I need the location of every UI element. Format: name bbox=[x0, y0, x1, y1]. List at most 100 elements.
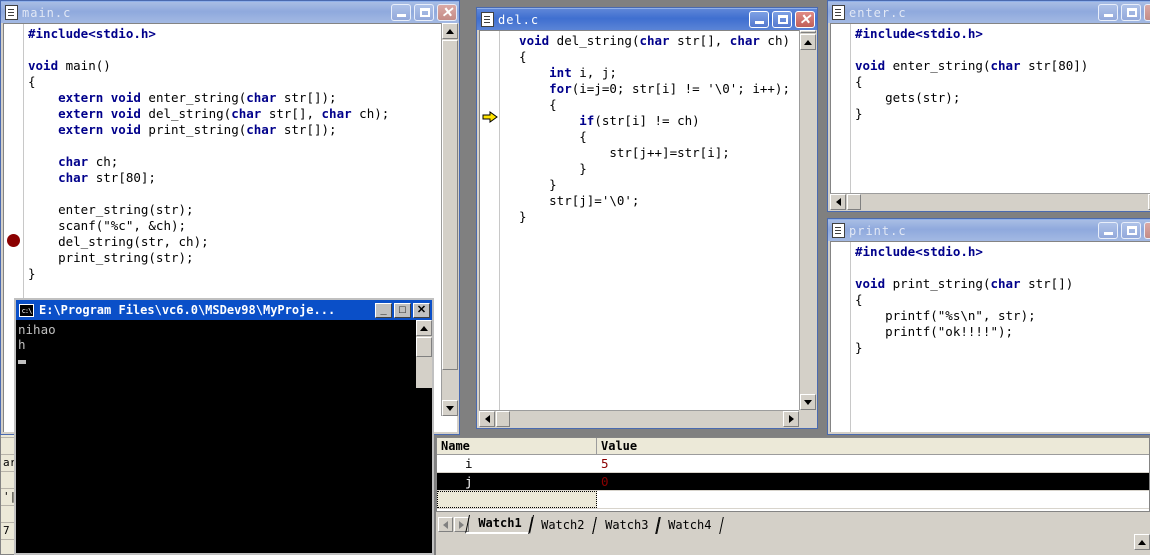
scroll-left-button[interactable] bbox=[830, 194, 846, 210]
window-controls[interactable]: ✕ bbox=[1098, 4, 1150, 21]
titlebar-del-c[interactable]: del.c ✕ bbox=[477, 8, 817, 30]
code-editor[interactable]: #include<stdio.h> void enter_string(char… bbox=[830, 23, 1150, 193]
code-text[interactable]: #include<stdio.h> void enter_string(char… bbox=[851, 24, 1150, 193]
editor-gutter[interactable] bbox=[480, 31, 500, 410]
bottom-vertical-scrollbar[interactable] bbox=[1134, 534, 1150, 555]
scroll-up-button[interactable] bbox=[1134, 534, 1150, 550]
window-enter-c[interactable]: enter.c ✕ #include<stdio.h> void enter_s… bbox=[827, 0, 1150, 212]
code-line: } bbox=[28, 266, 36, 281]
watch-tabs[interactable]: Watch1 Watch2 Watch3 Watch4 bbox=[464, 515, 725, 534]
code-line: if(str[i] != ch) bbox=[504, 113, 700, 128]
scroll-thumb-h[interactable] bbox=[847, 194, 861, 210]
watch-row-value[interactable]: 5 bbox=[597, 455, 1149, 472]
close-button[interactable]: ✕ bbox=[437, 4, 457, 21]
tab-scroll-left-button[interactable] bbox=[438, 517, 453, 532]
code-line: { bbox=[504, 49, 527, 64]
console-caret bbox=[18, 352, 432, 367]
maximize-button[interactable]: □ bbox=[394, 302, 411, 318]
vertical-scrollbar[interactable] bbox=[799, 30, 816, 410]
breakpoint-icon[interactable] bbox=[7, 234, 20, 247]
watch-tab-watch1[interactable]: Watch1 bbox=[464, 515, 535, 534]
scroll-right-button[interactable] bbox=[783, 411, 799, 427]
watch-window[interactable]: Name Value i5j0 Watch1 Watch2 Watch3 Watch4 bbox=[436, 437, 1150, 534]
minimize-button[interactable] bbox=[749, 11, 769, 28]
titlebar-main-c[interactable]: main.c ✕ bbox=[1, 1, 459, 23]
scroll-thumb[interactable] bbox=[800, 30, 816, 33]
scroll-thumb[interactable] bbox=[442, 40, 458, 370]
watch-tab-watch3[interactable]: Watch3 bbox=[591, 517, 661, 534]
window-title: del.c bbox=[498, 12, 540, 27]
minimize-button[interactable] bbox=[1098, 4, 1118, 21]
window-title: main.c bbox=[22, 5, 72, 20]
code-editor[interactable]: #include<stdio.h> void print_string(char… bbox=[830, 241, 1150, 432]
scroll-down-button[interactable] bbox=[800, 394, 816, 410]
window-del-c[interactable]: del.c ✕ void del_string(char str[], char… bbox=[476, 7, 818, 429]
code-line: scanf("%c", &ch); bbox=[28, 218, 187, 233]
minimize-button[interactable] bbox=[391, 4, 411, 21]
code-text[interactable]: #include<stdio.h> void print_string(char… bbox=[851, 242, 1150, 432]
watch-row-name[interactable]: i bbox=[437, 455, 597, 472]
window-print-c[interactable]: print.c ✕ #include<stdio.h> void print_s… bbox=[827, 218, 1150, 435]
document-icon bbox=[832, 5, 845, 20]
close-button[interactable]: ✕ bbox=[1144, 222, 1150, 239]
column-header-value[interactable]: Value bbox=[597, 438, 637, 454]
horizontal-scrollbar[interactable] bbox=[479, 410, 799, 427]
maximize-button[interactable] bbox=[772, 11, 792, 28]
code-line: void main() bbox=[28, 58, 111, 73]
window-controls[interactable]: _ □ ✕ bbox=[375, 302, 430, 318]
window-title: print.c bbox=[849, 223, 907, 238]
window-controls[interactable]: ✕ bbox=[1098, 222, 1150, 239]
minimize-button[interactable]: _ bbox=[375, 302, 392, 318]
horizontal-scrollbar[interactable] bbox=[830, 193, 1150, 210]
console-vertical-scrollbar[interactable] bbox=[416, 320, 432, 388]
watch-tab-watch4[interactable]: Watch4 bbox=[655, 517, 725, 534]
watch-row-name[interactable]: j bbox=[437, 473, 597, 490]
watch-row-name[interactable] bbox=[437, 491, 597, 508]
editor-gutter[interactable] bbox=[831, 242, 851, 432]
editor-area-del-c: void del_string(char str[], char ch) { i… bbox=[479, 30, 816, 427]
code-line: void enter_string(char str[80]) bbox=[855, 58, 1089, 73]
titlebar-console[interactable]: c:\ E:\Program Files\vc6.0\MSDev98\MyPro… bbox=[16, 300, 432, 320]
watch-tabstrip[interactable]: Watch1 Watch2 Watch3 Watch4 bbox=[436, 512, 1150, 534]
watch-row[interactable] bbox=[437, 491, 1149, 509]
code-line: printf("ok!!!!"); bbox=[855, 324, 1014, 339]
scroll-thumb[interactable] bbox=[416, 337, 432, 357]
vertical-scrollbar[interactable] bbox=[441, 23, 458, 416]
maximize-button[interactable] bbox=[1121, 4, 1141, 21]
scroll-up-button[interactable] bbox=[442, 23, 458, 39]
maximize-button[interactable] bbox=[1121, 222, 1141, 239]
code-text[interactable]: void del_string(char str[], char ch) { i… bbox=[500, 31, 799, 410]
titlebar-print-c[interactable]: print.c ✕ bbox=[828, 219, 1150, 241]
watch-row-value[interactable]: 0 bbox=[597, 473, 1149, 490]
close-button[interactable]: ✕ bbox=[413, 302, 430, 318]
code-line: } bbox=[504, 209, 527, 224]
watch-tab-watch2[interactable]: Watch2 bbox=[528, 517, 598, 534]
scroll-up-button[interactable] bbox=[800, 34, 816, 50]
minimize-button[interactable] bbox=[1098, 222, 1118, 239]
watch-row[interactable]: i5 bbox=[437, 455, 1149, 473]
console-line: nihao bbox=[18, 322, 56, 337]
scroll-up-button[interactable] bbox=[416, 320, 432, 336]
window-controls[interactable]: ✕ bbox=[391, 4, 457, 21]
watch-grid[interactable]: Name Value i5j0 bbox=[436, 437, 1150, 512]
window-controls[interactable]: ✕ bbox=[749, 11, 815, 28]
resize-grip[interactable] bbox=[799, 410, 815, 426]
column-header-name[interactable]: Name bbox=[437, 438, 597, 454]
window-console[interactable]: c:\ E:\Program Files\vc6.0\MSDev98\MyPro… bbox=[14, 298, 434, 555]
code-line: { bbox=[504, 97, 557, 112]
watch-row-value[interactable] bbox=[597, 491, 1149, 508]
code-editor[interactable]: void del_string(char str[], char ch) { i… bbox=[479, 30, 799, 410]
console-output[interactable]: nihao h bbox=[16, 320, 432, 553]
scroll-thumb-h[interactable] bbox=[496, 411, 510, 427]
scroll-left-button[interactable] bbox=[479, 411, 495, 427]
close-button[interactable]: ✕ bbox=[795, 11, 815, 28]
code-line: void del_string(char str[], char ch) bbox=[504, 33, 791, 48]
maximize-button[interactable] bbox=[414, 4, 434, 21]
titlebar-enter-c[interactable]: enter.c ✕ bbox=[828, 1, 1150, 23]
editor-gutter[interactable] bbox=[831, 24, 851, 193]
watch-row[interactable]: j0 bbox=[437, 473, 1149, 491]
close-button[interactable]: ✕ bbox=[1144, 4, 1150, 21]
scroll-down-button[interactable] bbox=[442, 400, 458, 416]
watch-rows[interactable]: i5j0 bbox=[437, 455, 1149, 509]
